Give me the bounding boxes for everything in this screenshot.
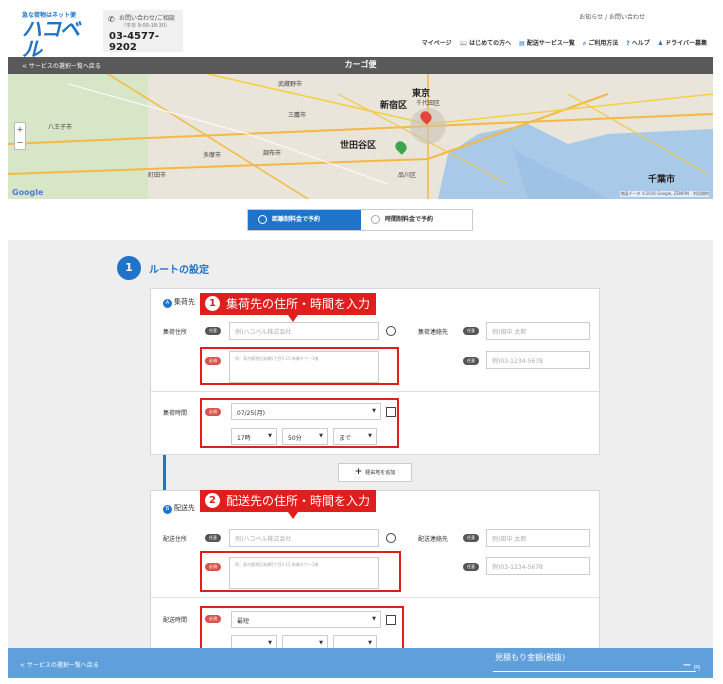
- pickup-company-input[interactable]: 例)ハコベル株式会社: [229, 322, 379, 340]
- highlight-pickup-address: [200, 347, 399, 385]
- google-logo: Google: [12, 188, 44, 197]
- divider: [151, 391, 599, 392]
- top-links[interactable]: お知らせ / お問い合わせ: [579, 12, 645, 21]
- footer-back-link[interactable]: < サービスの選択一覧へ戻る: [20, 660, 99, 669]
- history-clock-icon[interactable]: [386, 326, 396, 336]
- site-header: 急な荷物はネット便 ハコベル hacobell ✆ お問い合わせ/ご相談 （平日…: [0, 0, 723, 68]
- service-title-bar: < サービスの選択一覧へ戻る カーゴ便: [8, 57, 713, 74]
- delivery-address-label: 配送住所: [163, 536, 188, 543]
- map-label: 八王子市: [48, 124, 73, 131]
- step-title: ルートの設定: [149, 265, 209, 276]
- callout-text: 配送先の住所・時間を入力: [226, 494, 371, 508]
- phone-number[interactable]: 03-4577-9202: [109, 31, 177, 53]
- map-label: 武蔵野市: [278, 81, 303, 88]
- phone-hours: （平日 9:00-18:30）: [121, 23, 171, 29]
- map-graphics: [8, 74, 713, 199]
- nav-howto[interactable]: ⌕ ご利用方法: [583, 38, 618, 48]
- map-label: 世田谷区: [340, 141, 377, 151]
- optional-badge: 任意: [205, 327, 221, 335]
- divider: [151, 597, 599, 598]
- estimate-footer-bar: < サービスの選択一覧へ戻る 見積もり金額(税抜) ー 円: [8, 648, 713, 678]
- optional-badge: 任意: [463, 563, 479, 571]
- main-nav: マイページ 📖 はじめての方へ ▤ 配送サービス一覧 ⌕ ご利用方法 ? ヘルプ ♟ ドラ…: [420, 38, 707, 48]
- pickup-address-label: 集荷住所: [163, 329, 188, 336]
- estimate-label: 見積もり金額(税抜): [495, 653, 566, 662]
- nav-mypage[interactable]: マイページ: [420, 38, 452, 48]
- optional-badge: 任意: [463, 327, 479, 335]
- map-label: 調布市: [263, 150, 282, 157]
- logo-name: ハコベル: [22, 17, 80, 61]
- add-waypoint-button[interactable]: + 経由地を追加: [338, 463, 412, 482]
- map-label: 町田市: [148, 172, 167, 179]
- radio-checked-icon: [258, 215, 267, 224]
- currency-label: 円: [694, 665, 701, 672]
- highlight-delivery-address: [200, 551, 401, 592]
- callout-delivery: 2 配送先の住所・時間を入力: [200, 490, 377, 519]
- page-title: カーゴ便: [344, 60, 377, 69]
- map-label: 三鷹市: [288, 112, 307, 119]
- callout-pointer: [288, 512, 298, 519]
- nav-beginners[interactable]: 📖 はじめての方へ: [460, 38, 512, 48]
- pickup-contact-label: 集荷連絡先: [418, 329, 449, 336]
- route-map[interactable]: + − 東京 新宿区 千代田区 世田谷区 八王子市 千葉市 武蔵野市 調布市 町田…: [8, 74, 713, 199]
- driver-icon: ♟: [657, 40, 664, 47]
- callout-text: 集荷先の住所・時間を入力: [226, 297, 371, 311]
- step-number-badge: 1: [117, 256, 141, 280]
- pickup-heading: A 集荷先: [163, 297, 195, 308]
- map-label: 千葉市: [648, 175, 676, 185]
- nav-driver[interactable]: ♟ ドライバー募集: [658, 38, 707, 48]
- map-label: 多摩市: [203, 152, 222, 159]
- nav-help[interactable]: ? ヘルプ: [626, 38, 650, 48]
- plus-icon: +: [354, 467, 363, 477]
- phone-icon: ✆: [108, 15, 115, 24]
- zoom-out-button[interactable]: −: [15, 136, 25, 149]
- highlight-pickup-time: [200, 398, 399, 448]
- zoom-in-button[interactable]: +: [15, 123, 25, 136]
- callout-pickup: 1 集荷先の住所・時間を入力: [200, 293, 377, 322]
- question-icon: ?: [626, 40, 630, 47]
- phone-contact-box: ✆ お問い合わせ/ご相談 （平日 9:00-18:30） 03-4577-920…: [103, 10, 183, 53]
- optional-badge: 任意: [463, 357, 479, 365]
- hacobell-logo[interactable]: 急な荷物はネット便 ハコベル hacobell: [22, 10, 94, 68]
- callout-pointer: [288, 315, 298, 322]
- delivery-contact-phone-input[interactable]: 例)03-1234-5678: [486, 557, 590, 575]
- map-label: 新宿区: [380, 101, 408, 111]
- pickup-contact-name-input[interactable]: 例)田中 太郎: [486, 322, 590, 340]
- delivery-company-input[interactable]: 例)ハコベル株式会社: [229, 529, 379, 547]
- callout-number: 1: [205, 296, 220, 311]
- delivery-contact-label: 配送連絡先: [418, 536, 449, 543]
- map-zoom-control[interactable]: + −: [14, 122, 26, 150]
- pickup-time-label: 集荷時間: [163, 410, 188, 417]
- callout-number: 2: [205, 493, 220, 508]
- distance-pricing-option[interactable]: 距離制料金で予約: [248, 210, 361, 230]
- optional-badge: 任意: [463, 534, 479, 542]
- pricing-type-toggle: 距離制料金で予約 時間制料金で予約: [247, 209, 473, 231]
- delivery-contact-name-input[interactable]: 例)田中 太郎: [486, 529, 590, 547]
- map-label: 品川区: [398, 172, 417, 179]
- delivery-pin-icon: B: [163, 505, 172, 514]
- time-pricing-option[interactable]: 時間制料金で予約: [361, 210, 473, 230]
- map-label: 千代田区: [416, 100, 441, 107]
- optional-badge: 任意: [205, 534, 221, 542]
- estimate-underline: [493, 671, 696, 672]
- delivery-time-label: 配送時間: [163, 617, 188, 624]
- history-clock-icon[interactable]: [386, 533, 396, 543]
- pickup-contact-phone-input[interactable]: 例)03-1234-5678: [486, 351, 590, 369]
- map-copyright[interactable]: 地図データ ©2016 Google, ZENRIN 利用規約: [620, 191, 709, 197]
- highlight-delivery-time: [200, 606, 404, 650]
- radio-unchecked-icon: [371, 215, 380, 224]
- route-connector-line: [163, 455, 166, 491]
- book-icon: 📖: [459, 40, 468, 47]
- estimate-price: ー: [683, 661, 691, 670]
- pickup-pin-icon: A: [163, 299, 172, 308]
- document-icon: ▤: [519, 40, 525, 47]
- phone-label: お問い合わせ/ご相談: [119, 15, 176, 22]
- search-icon: ⌕: [582, 40, 587, 47]
- delivery-heading: B 配送先: [163, 503, 195, 514]
- nav-services[interactable]: ▤ 配送サービス一覧: [519, 38, 575, 48]
